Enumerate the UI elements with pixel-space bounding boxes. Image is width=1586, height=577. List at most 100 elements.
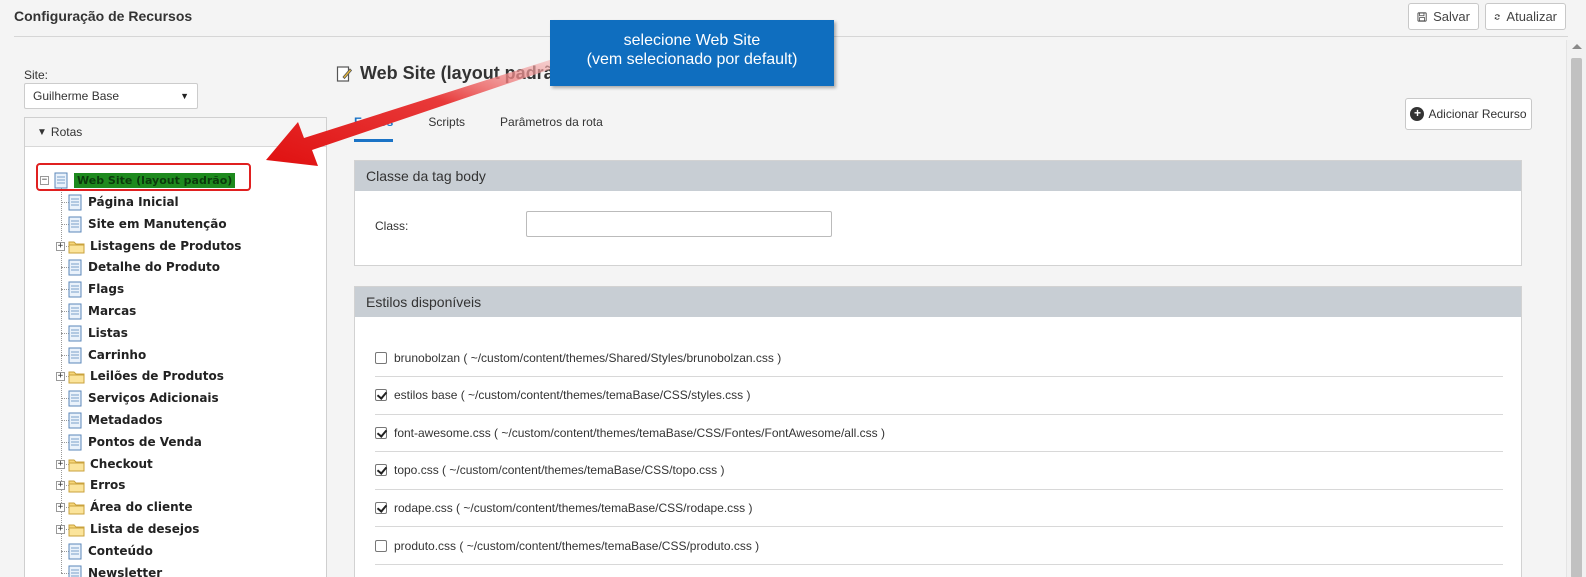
page-icon	[68, 390, 82, 406]
page-icon	[68, 347, 82, 363]
style-checkbox[interactable]	[375, 426, 387, 439]
tree-item[interactable]: Flags	[68, 280, 124, 298]
tree-item-label: Site em Manutenção	[88, 217, 227, 231]
tab-estilos[interactable]: Estilos	[354, 111, 394, 142]
tree-item[interactable]: Detalhe do Produto	[68, 258, 220, 276]
tree-item[interactable]: Erros	[68, 476, 125, 494]
tree-item-label: Checkout	[90, 457, 153, 471]
style-checkbox[interactable]	[375, 389, 387, 402]
callout-line-1: selecione Web Site	[623, 32, 761, 49]
add-resource-label: Adicionar Recurso	[1428, 107, 1527, 121]
caret-down-icon: ▼	[37, 126, 47, 138]
style-label: brunobolzan ( ~/custom/content/themes/Sh…	[394, 350, 782, 365]
tree-item-label: Carrinho	[88, 348, 147, 362]
folder-icon	[68, 480, 85, 492]
page-icon	[68, 216, 82, 232]
page-icon	[68, 303, 82, 319]
style-row: font-awesome.css ( ~/custom/content/them…	[375, 414, 1503, 453]
tree-item[interactable]: Lista de desejos	[68, 520, 199, 538]
tree-item-label: Erros	[90, 478, 126, 492]
callout-line-2: (vem selecionado por default)	[586, 51, 798, 68]
tree-item-label: Leilões de Produtos	[90, 369, 224, 383]
tree-item-label: Listagens de Produtos	[90, 239, 242, 253]
style-row: topo.css ( ~/custom/content/themes/temaB…	[375, 452, 1503, 490]
body-class-panel-title: Classe da tag body	[355, 161, 1521, 191]
class-input[interactable]	[526, 211, 832, 237]
style-checkbox[interactable]	[375, 464, 387, 477]
scroll-up-arrow-icon[interactable]	[1572, 44, 1582, 49]
tree-item-label: Área do cliente	[90, 500, 193, 514]
tree-item-label: Listas	[88, 326, 128, 340]
tree-item[interactable]: Página Inicial	[68, 193, 179, 211]
tree-item[interactable]: Checkout	[68, 455, 153, 473]
style-row: rodape.css ( ~/custom/content/themes/tem…	[375, 489, 1503, 528]
root-highlight-box	[36, 163, 251, 191]
routes-tree-header[interactable]: ▼ Rotas	[25, 118, 326, 147]
tree-expand-toggle[interactable]: +	[56, 503, 65, 512]
style-label: estilos base ( ~/custom/content/themes/t…	[394, 388, 751, 403]
style-label: produto.css ( ~/custom/content/themes/te…	[394, 538, 760, 553]
add-resource-button[interactable]: + Adicionar Recurso	[1405, 98, 1532, 130]
scroll-thumb[interactable]	[1571, 58, 1582, 577]
tree-item-label: Lista de desejos	[90, 522, 200, 536]
tree-item-label: Conteúdo	[88, 544, 153, 558]
folder-icon	[68, 524, 85, 536]
tree-item[interactable]: Conteúdo	[68, 542, 153, 560]
tree-item-label: Newsletter	[88, 566, 163, 577]
folder-icon	[68, 502, 85, 514]
tab-scripts[interactable]: Scripts	[428, 111, 465, 142]
style-checkbox[interactable]	[375, 501, 387, 514]
style-label: rodape.css ( ~/custom/content/themes/tem…	[394, 500, 753, 515]
site-select[interactable]: Guilherme Base ▼	[24, 83, 198, 109]
routes-tree-header-label: Rotas	[50, 125, 83, 139]
style-row: estilos base ( ~/custom/content/themes/t…	[375, 377, 1503, 415]
styles-panel-title: Estilos disponíveis	[355, 287, 1521, 317]
style-row: produto.css ( ~/custom/content/themes/te…	[375, 527, 1503, 565]
folder-icon	[68, 241, 85, 253]
tree-item-label: Pontos de Venda	[88, 435, 202, 449]
save-button-label: Salvar	[1433, 9, 1470, 24]
tree-expand-toggle[interactable]: +	[56, 525, 65, 534]
tree-item-label: Serviços Adicionais	[88, 391, 219, 405]
tree-expand-toggle[interactable]: +	[56, 242, 65, 251]
tree-item[interactable]: Listagens de Produtos	[68, 237, 241, 255]
route-title: Web Site (layout padrão)	[336, 63, 571, 84]
tab-parametros-rota[interactable]: Parâmetros da rota	[500, 111, 603, 142]
instruction-callout: selecione Web Site (vem selecionado por …	[550, 20, 834, 86]
route-title-label: Web Site (layout padrão)	[360, 63, 571, 83]
page-icon	[68, 434, 82, 450]
styles-panel: Estilos disponíveis brunobolzan ( ~/cust…	[354, 286, 1522, 577]
tree-item[interactable]: Serviços Adicionais	[68, 389, 219, 407]
style-row: brunobolzan ( ~/custom/content/themes/Sh…	[375, 339, 1503, 377]
style-checkbox[interactable]	[375, 539, 387, 552]
tree-item-label: Página Inicial	[88, 195, 179, 209]
tree-item[interactable]: Marcas	[68, 302, 136, 320]
page-icon	[68, 325, 82, 341]
plus-circle-icon: +	[1410, 107, 1425, 121]
tree-expand-toggle[interactable]: +	[56, 460, 65, 469]
tree-item[interactable]: Área do cliente	[68, 498, 193, 516]
tree-item[interactable]: Site em Manutenção	[68, 215, 227, 233]
tree-item[interactable]: Pontos de Venda	[68, 433, 202, 451]
page-icon	[68, 259, 82, 275]
tree-item[interactable]: Leilões de Produtos	[68, 367, 224, 385]
tree-item[interactable]: Carrinho	[68, 346, 146, 364]
site-select-value: Guilherme Base	[33, 89, 120, 103]
style-checkbox[interactable]	[375, 351, 387, 364]
edit-document-icon	[336, 65, 352, 82]
refresh-icon	[1494, 13, 1500, 20]
caret-down-icon: ▼	[180, 91, 189, 101]
tree-item[interactable]: Listas	[68, 324, 128, 342]
tree-expand-toggle[interactable]: +	[56, 481, 65, 490]
tree-item[interactable]: Newsletter	[68, 564, 162, 577]
style-label: topo.css ( ~/custom/content/themes/temaB…	[394, 463, 725, 478]
style-label: font-awesome.css ( ~/custom/content/them…	[394, 425, 885, 440]
folder-icon	[68, 459, 85, 471]
tree-expand-toggle[interactable]: +	[56, 372, 65, 381]
refresh-button[interactable]: Atualizar	[1485, 3, 1566, 30]
save-button[interactable]: Salvar	[1408, 3, 1479, 30]
body-class-panel: Classe da tag body Class:	[354, 160, 1522, 266]
tree-item[interactable]: Metadados	[68, 411, 163, 429]
class-label: Class:	[375, 219, 409, 233]
page-scrollbar[interactable]	[1566, 40, 1586, 577]
